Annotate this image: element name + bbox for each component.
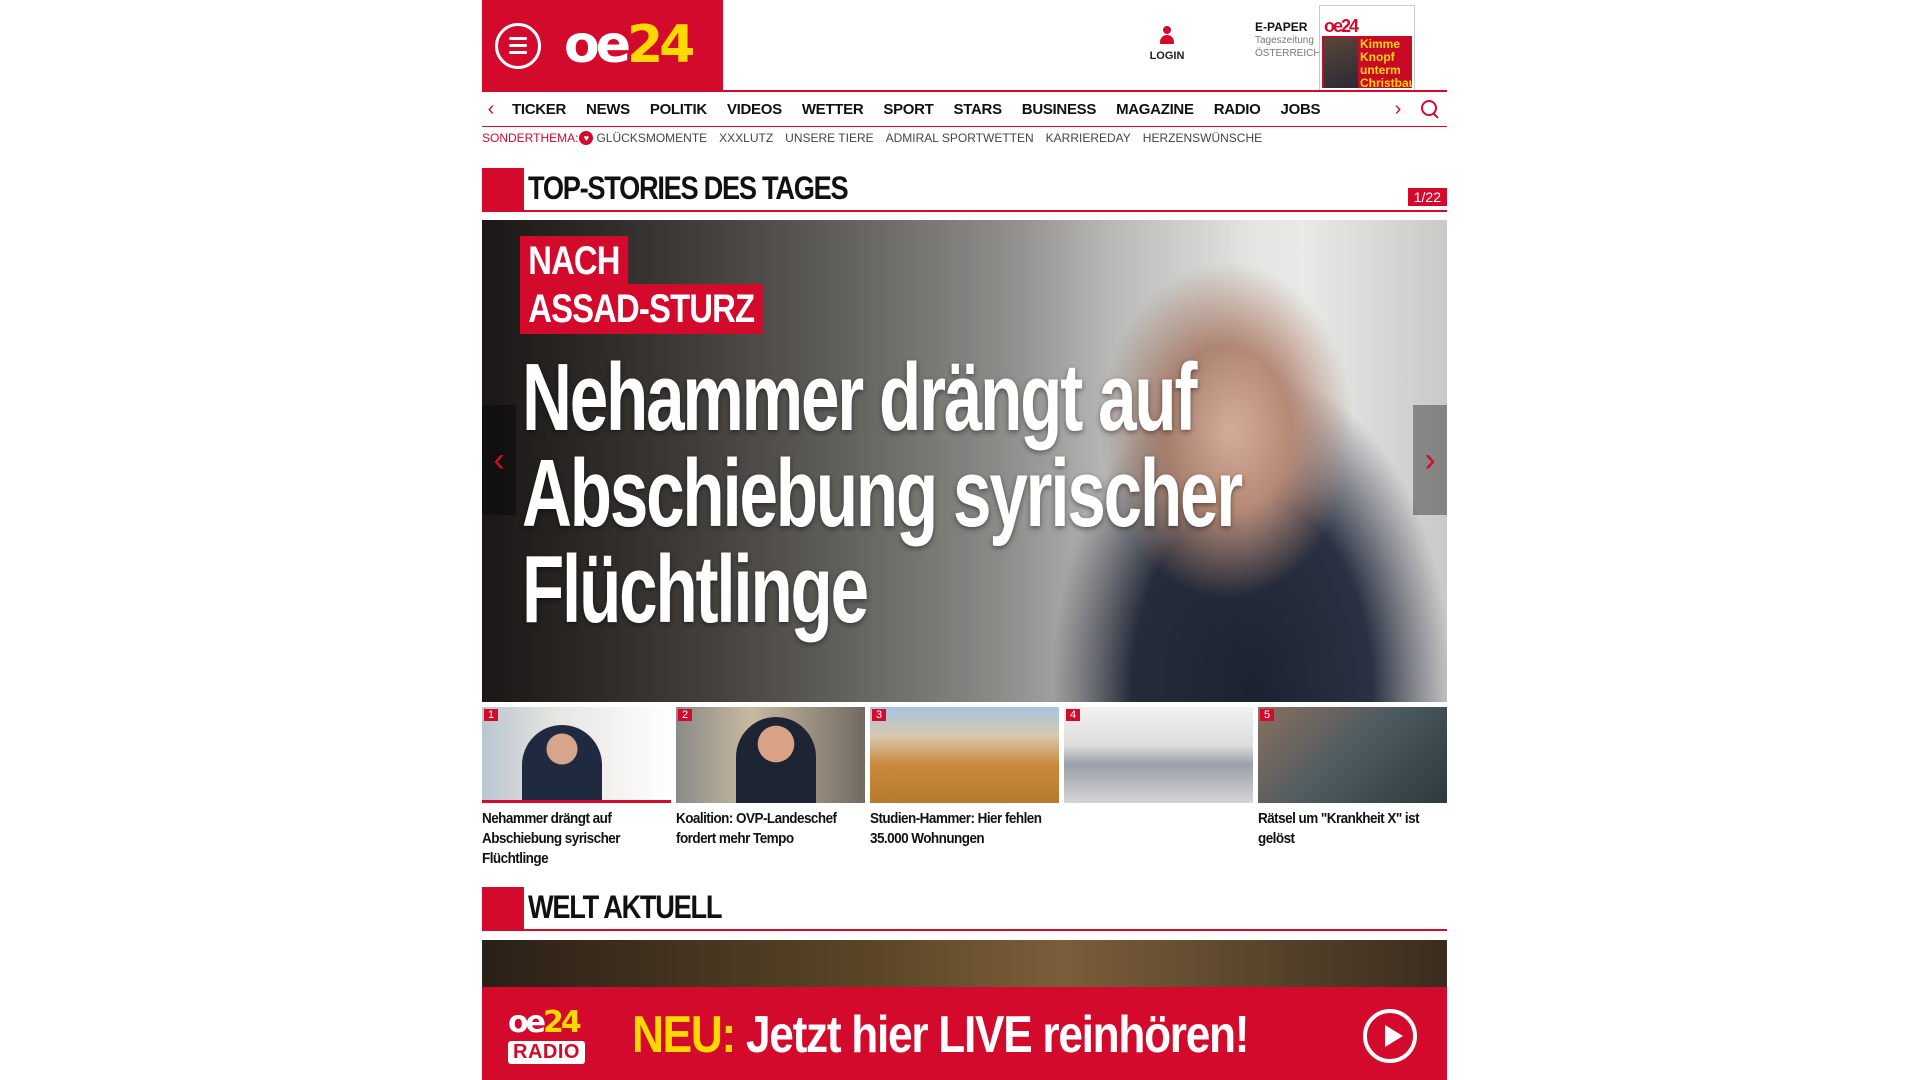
welt-aktuell-header: WELT AKTUELL: [482, 887, 1447, 931]
slide-counter: 1/22: [1407, 188, 1447, 206]
menu-icon[interactable]: [495, 23, 541, 69]
thumb-image: 4: [1064, 707, 1253, 803]
thumb-caption: Rätsel um "Krankheit X" ist gelöst: [1258, 810, 1420, 847]
subnav-item-admiral[interactable]: ADMIRAL SPORTWETTEN: [886, 131, 1034, 145]
nav-items: TICKER NEWS POLITIK VIDEOS WETTER SPORT …: [504, 101, 1332, 118]
nav-item-jobs[interactable]: JOBS: [1273, 101, 1333, 118]
nav-item-business[interactable]: BUSINESS: [1014, 101, 1108, 118]
epaper-subtitle-2: ÖSTERREICH: [1255, 48, 1321, 59]
section-title: TOP-STORIES DES TAGES: [528, 170, 849, 206]
heart-badge-icon: ♥: [579, 131, 594, 145]
user-icon: [1158, 26, 1176, 46]
story-thumb[interactable]: 4: [1064, 707, 1253, 869]
thumb-number: 3: [872, 709, 887, 721]
story-thumb[interactable]: 2 Koalition: OVP-Landeschef fordert mehr…: [676, 707, 865, 869]
thumb-caption: Koalition: OVP-Landeschef fordert mehr T…: [676, 810, 837, 847]
thumb-image: 1: [482, 707, 671, 803]
story-thumb[interactable]: 5 Rätsel um "Krankheit X" ist gelöst: [1258, 707, 1447, 869]
nav-item-news[interactable]: NEWS: [578, 101, 642, 118]
welt-lead-image[interactable]: [482, 940, 1447, 990]
hero-headline[interactable]: Nehammer drängt auf Abschiebung syrische…: [522, 350, 1314, 638]
subnav-item-gluecksmomente[interactable]: GLÜCKSMOMENTE: [596, 131, 707, 145]
thumb-image: 2: [676, 707, 865, 803]
subnav-label: SONDERTHEMA:: [482, 131, 579, 145]
thumb-caption: Studien-Hammer: Hier fehlen 35.000 Wohnu…: [870, 810, 1042, 847]
hero-kicker-line1: NACH: [520, 236, 628, 286]
nav-item-ticker[interactable]: TICKER: [504, 101, 578, 118]
main-nav: ‹ TICKER NEWS POLITIK VIDEOS WETTER SPOR…: [482, 90, 1447, 127]
search-icon[interactable]: [1419, 98, 1441, 120]
thumb-image: 3: [870, 707, 1059, 803]
thumb-number: 1: [484, 709, 499, 721]
thumb-number: 4: [1066, 709, 1081, 721]
top-stories-header: TOP-STORIES DES TAGES 1/22: [482, 168, 1447, 212]
nav-item-videos[interactable]: VIDEOS: [719, 101, 794, 118]
nav-item-wetter[interactable]: WETTER: [794, 101, 876, 118]
logo-box[interactable]: oe24: [482, 0, 723, 90]
radio-logo: oe24 RADIO: [508, 1008, 600, 1064]
login-label: LOGIN: [1149, 50, 1185, 62]
story-thumb[interactable]: 3 Studien-Hammer: Hier fehlen 35.000 Woh…: [870, 707, 1059, 869]
nav-item-radio[interactable]: RADIO: [1206, 101, 1273, 118]
thumb-caption: Nehammer drängt auf Abschiebung syrische…: [482, 810, 621, 867]
subnav-item-xxxlutz[interactable]: XXXLUTZ: [719, 131, 773, 145]
radio-banner[interactable]: oe24 RADIO NEU: Jetzt hier LIVE reinhöre…: [482, 987, 1447, 1080]
play-icon[interactable]: [1363, 1009, 1417, 1063]
subnav-item-herzenswuensche[interactable]: HERZENSWÜNSCHE: [1143, 131, 1262, 145]
login-button[interactable]: LOGIN: [1147, 26, 1187, 64]
hero-next-arrow-icon[interactable]: ›: [1413, 405, 1447, 515]
nav-item-politik[interactable]: POLITIK: [642, 101, 719, 118]
site-logo[interactable]: oe24: [564, 10, 695, 80]
epaper-cover-logo: oe24: [1324, 16, 1359, 36]
nav-item-stars[interactable]: STARS: [946, 101, 1014, 118]
nav-prev-arrow-icon[interactable]: ‹: [482, 98, 500, 121]
story-thumbnails: 1 Nehammer drängt auf Abschiebung syrisc…: [482, 707, 1447, 869]
epaper-cover-image: [1324, 38, 1358, 88]
hero-kicker-line2: ASSAD-STURZ: [520, 284, 763, 334]
thumb-image: 5: [1258, 707, 1447, 803]
epaper-cover[interactable]: oe24 Kimme Knopf unterm Christbaum: [1320, 6, 1414, 90]
subnav-item-unsere-tiere[interactable]: UNSERE TIERE: [785, 131, 873, 145]
subnav-item-karriereday[interactable]: KARRIEREDAY: [1046, 131, 1131, 145]
thumb-number: 5: [1260, 709, 1275, 721]
story-thumb[interactable]: 1 Nehammer drängt auf Abschiebung syrisc…: [482, 707, 671, 869]
hero-slide[interactable]: NACH ASSAD-STURZ Nehammer drängt auf Abs…: [482, 220, 1447, 702]
epaper-subtitle: Tageszeitung: [1255, 35, 1314, 46]
nav-next-arrow-icon[interactable]: ›: [1389, 98, 1407, 121]
page-container: oe24 LOGIN E-PAPER Tageszeitung ÖSTERREI…: [482, 0, 1447, 1080]
radio-banner-text: NEU: Jetzt hier LIVE reinhören!: [632, 1006, 1249, 1064]
subnav: SONDERTHEMA: ♥ GLÜCKSMOMENTE XXXLUTZ UNS…: [482, 128, 1274, 148]
section-title: WELT AKTUELL: [528, 889, 722, 925]
thumb-number: 2: [678, 709, 693, 721]
nav-item-sport[interactable]: SPORT: [875, 101, 945, 118]
epaper-link[interactable]: E-PAPER Tageszeitung ÖSTERREICH: [1255, 20, 1325, 60]
epaper-title: E-PAPER: [1255, 20, 1308, 34]
nav-item-magazine[interactable]: MAGAZINE: [1108, 101, 1206, 118]
epaper-cover-headline: Kimme Knopf unterm Christbaum: [1360, 37, 1412, 90]
radio-logo-word: RADIO: [508, 1041, 585, 1064]
hero-prev-arrow-icon[interactable]: ‹: [482, 405, 516, 515]
